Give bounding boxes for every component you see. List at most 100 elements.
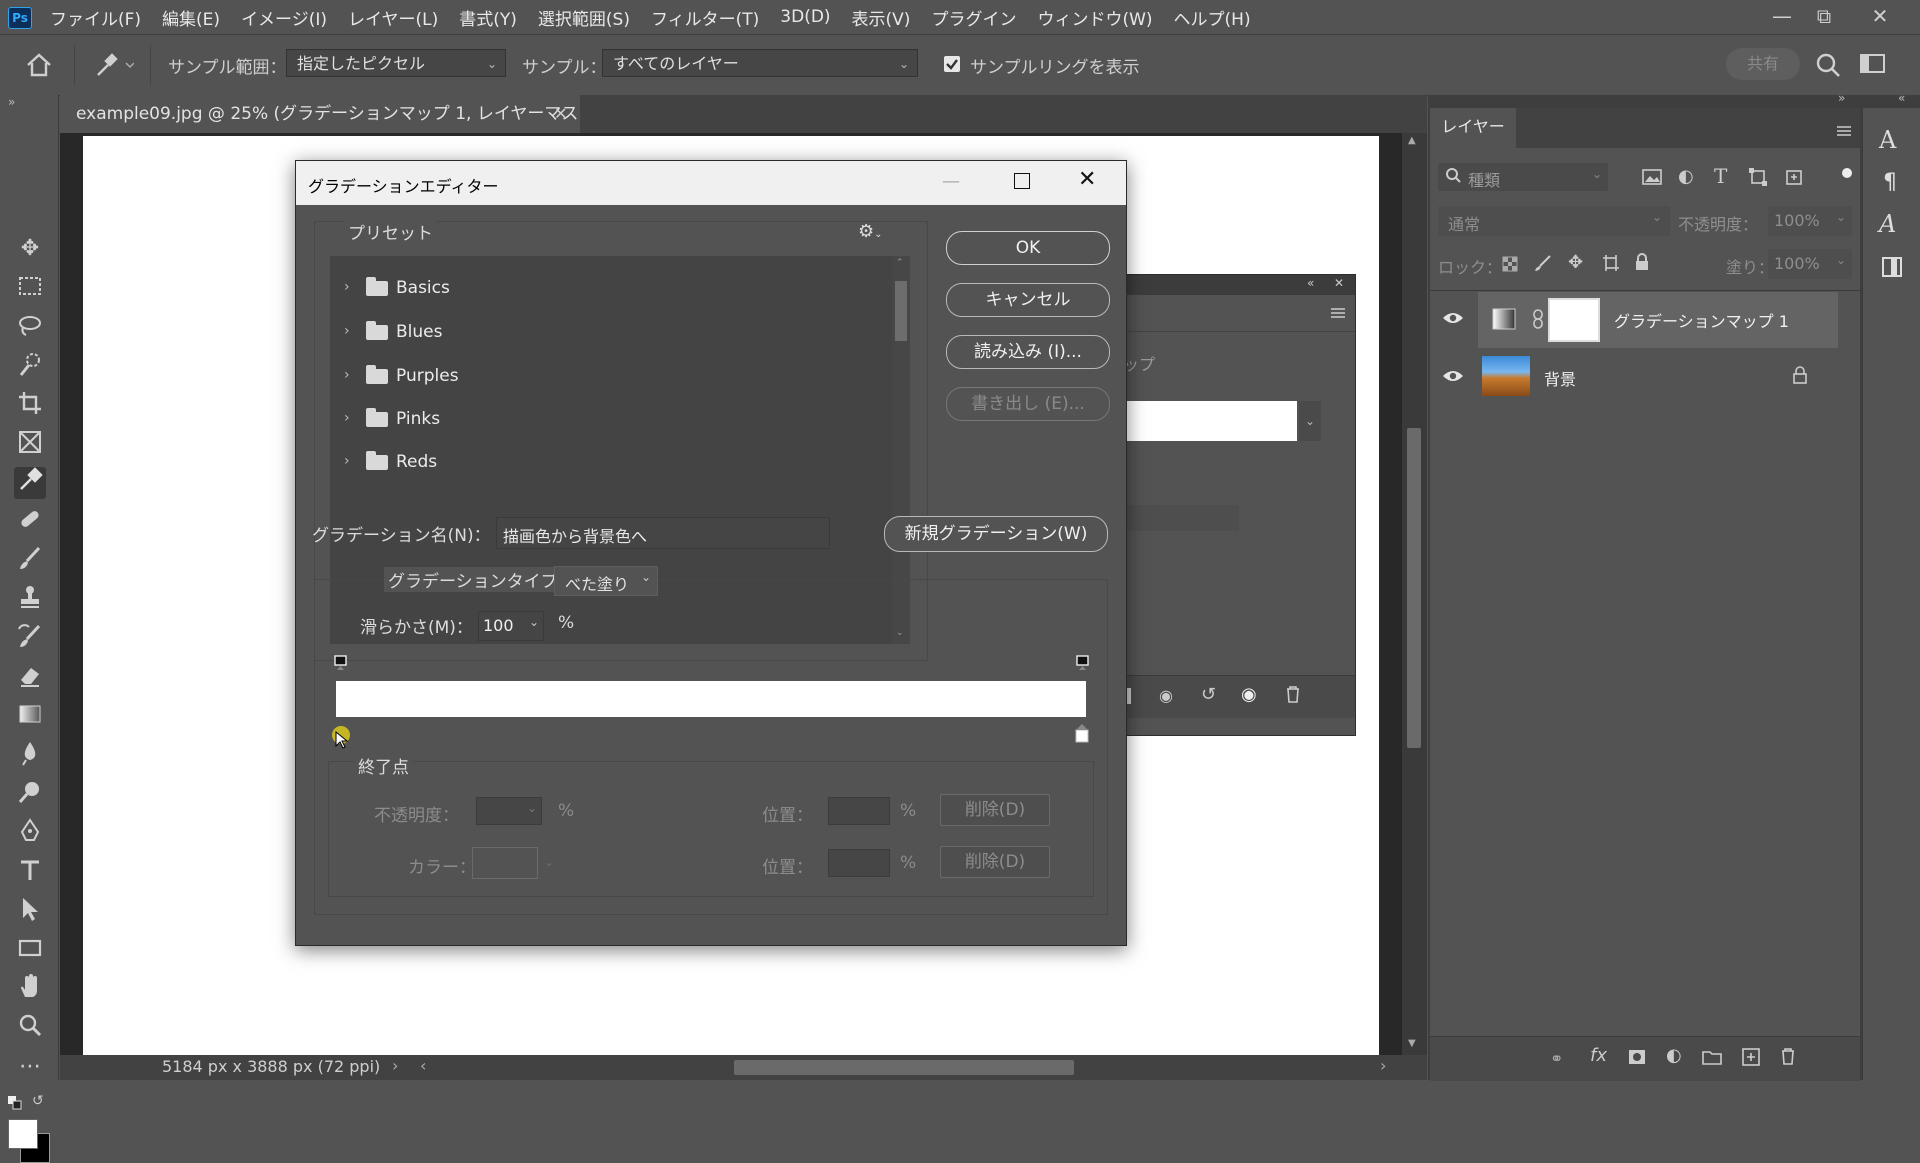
glyphs-panel-icon[interactable]: A <box>1879 210 1896 238</box>
menu-filter[interactable]: フィルター(T) <box>651 5 759 30</box>
trash-icon[interactable] <box>1780 1047 1796 1065</box>
ok-button[interactable]: OK <box>946 231 1110 265</box>
blur-tool-icon[interactable] <box>14 740 46 772</box>
layer-thumbnail[interactable] <box>1482 356 1530 396</box>
close-window-icon[interactable]: ✕ <box>1860 0 1900 34</box>
lasso-tool-icon[interactable] <box>14 312 46 344</box>
new-adjustment-layer-icon[interactable]: ◐ <box>1666 1045 1682 1066</box>
character-panel-icon[interactable]: A <box>1879 126 1896 154</box>
scroll-right-icon[interactable]: › <box>1380 1056 1386 1075</box>
foreground-color-swatch[interactable] <box>8 1119 38 1149</box>
sample-select[interactable]: すべてのレイヤー ⌄ <box>602 49 918 77</box>
panel-menu-icon[interactable] <box>1329 305 1347 319</box>
menu-select[interactable]: 選択範囲(S) <box>538 5 630 30</box>
visibility-eye-icon[interactable] <box>1442 310 1464 326</box>
sample-size-select[interactable]: 指定したピクセル ⌄ <box>286 49 506 77</box>
home-icon[interactable] <box>24 51 54 79</box>
hand-tool-icon[interactable] <box>14 973 46 1005</box>
layer-mask-thumbnail[interactable] <box>1548 298 1600 342</box>
history-brush-tool-icon[interactable] <box>14 623 46 655</box>
filter-shape-icon[interactable] <box>1748 168 1768 186</box>
chevron-down-icon[interactable]: ⌄ <box>529 615 539 629</box>
status-menu-chevron-icon[interactable]: › <box>392 1056 398 1075</box>
gradient-bar[interactable] <box>336 681 1086 717</box>
workspace-icon[interactable] <box>1860 53 1886 75</box>
opacity-stop-left[interactable] <box>334 655 348 670</box>
visibility-eye-icon[interactable]: ◉ <box>1241 684 1257 705</box>
preset-folder-blues[interactable]: › Blues <box>330 312 890 354</box>
preset-folder-reds[interactable]: › Reds <box>330 442 890 484</box>
filter-type-icon[interactable]: T <box>1714 164 1727 188</box>
zoom-tool-icon[interactable] <box>14 1012 46 1044</box>
panel-menu-icon[interactable] <box>1836 122 1852 136</box>
move-tool-icon[interactable]: ✥ <box>14 233 46 265</box>
presets-gear-icon[interactable]: ⚙⌄ <box>858 221 883 242</box>
eraser-tool-icon[interactable] <box>14 662 46 694</box>
maximize-dialog-icon[interactable] <box>1014 173 1030 189</box>
layer-row[interactable]: グラデーションマップ 1 <box>1430 292 1860 348</box>
gradient-type-select[interactable]: べた塗り ⌄ <box>554 566 658 596</box>
visibility-eye-icon[interactable] <box>1442 368 1464 384</box>
new-group-icon[interactable] <box>1702 1049 1722 1065</box>
chevron-down-icon[interactable]: ⌄ <box>1299 401 1321 441</box>
gradient-tool-icon[interactable] <box>14 701 46 733</box>
lock-position-icon[interactable]: ✥ <box>1568 252 1583 273</box>
paragraph-panel-icon[interactable]: ¶ <box>1883 170 1897 195</box>
opacity-stop-right[interactable] <box>1076 655 1090 670</box>
menu-plugins[interactable]: プラグイン <box>931 5 1016 30</box>
crop-tool-icon[interactable] <box>14 390 46 422</box>
default-colors-icon[interactable] <box>8 1095 22 1110</box>
share-button[interactable]: 共有 <box>1726 48 1800 80</box>
close-dialog-icon[interactable]: ✕ <box>1078 167 1096 192</box>
gradient-name-input[interactable]: 描画色から背景色へ <box>496 517 830 549</box>
menu-3d[interactable]: 3D(D) <box>780 7 830 27</box>
new-gradient-button[interactable]: 新規グラデーション(W) <box>884 516 1108 552</box>
swap-colors-icon[interactable]: ↺ <box>32 1093 44 1109</box>
document-tab[interactable]: example09.jpg @ 25% (グラデーションマップ 1, レイヤーマ… <box>60 95 580 162</box>
collapse-panels-icon[interactable]: » <box>1838 91 1845 105</box>
eyedropper-preset-icon[interactable] <box>92 51 135 79</box>
cancel-button[interactable]: キャンセル <box>946 283 1110 317</box>
minimize-window-icon[interactable]: — <box>1762 0 1802 34</box>
layer-row[interactable]: 背景 <box>1430 348 1860 404</box>
collapse-icons-icon[interactable]: « <box>1898 91 1905 105</box>
load-button[interactable]: 読み込み (I)... <box>946 335 1110 369</box>
more-tools-icon[interactable]: ⋯ <box>14 1051 46 1083</box>
filter-smart-object-icon[interactable] <box>1784 168 1804 186</box>
menu-file[interactable]: ファイル(F) <box>50 5 141 30</box>
expand-toolbar-icon[interactable]: » <box>8 95 15 109</box>
search-icon[interactable] <box>1814 51 1842 79</box>
marquee-tool-icon[interactable] <box>14 273 46 305</box>
menu-layer[interactable]: レイヤー(L) <box>348 5 438 30</box>
menu-window[interactable]: ウィンドウ(W) <box>1037 5 1152 30</box>
brush-tool-icon[interactable] <box>14 545 46 577</box>
layer-style-fx-icon[interactable]: fx <box>1590 1045 1607 1066</box>
lock-image-pixels-icon[interactable] <box>1534 254 1552 272</box>
vertical-scrollbar[interactable]: ▲ ▼ <box>1402 133 1427 1055</box>
filter-adjustment-icon[interactable]: ◐ <box>1678 166 1694 187</box>
frame-tool-icon[interactable] <box>14 429 46 461</box>
trash-icon[interactable] <box>1285 685 1301 703</box>
libraries-panel-icon[interactable] <box>1881 256 1903 278</box>
path-selection-tool-icon[interactable] <box>14 896 46 928</box>
scroll-left-icon[interactable]: ‹ <box>420 1056 426 1075</box>
eyedropper-tool-icon[interactable] <box>14 467 46 499</box>
layer-name[interactable]: グラデーションマップ 1 <box>1614 308 1789 332</box>
horizontal-scroll-thumb[interactable] <box>734 1060 1074 1075</box>
lock-transparency-icon[interactable] <box>1502 256 1518 272</box>
link-icon[interactable] <box>1532 309 1544 329</box>
gradient-preview-field[interactable] <box>1119 401 1297 441</box>
add-mask-icon[interactable] <box>1628 1049 1646 1065</box>
link-layers-icon[interactable]: ⚭ <box>1550 1049 1563 1068</box>
reset-icon[interactable]: ↺ <box>1201 684 1216 705</box>
lock-all-icon[interactable] <box>1634 253 1650 271</box>
show-sampling-ring-checkbox[interactable] <box>944 56 960 72</box>
layer-name[interactable]: 背景 <box>1544 366 1576 390</box>
preset-folder-basics[interactable]: › Basics <box>330 268 890 310</box>
menu-type[interactable]: 書式(Y) <box>459 5 517 30</box>
dodge-tool-icon[interactable] <box>14 779 46 811</box>
filter-pixel-icon[interactable] <box>1642 168 1662 186</box>
restore-window-icon[interactable]: ⧉ <box>1804 0 1844 34</box>
layers-tab[interactable]: レイヤー <box>1430 108 1516 148</box>
close-tab-icon[interactable]: ✕ <box>554 95 567 133</box>
